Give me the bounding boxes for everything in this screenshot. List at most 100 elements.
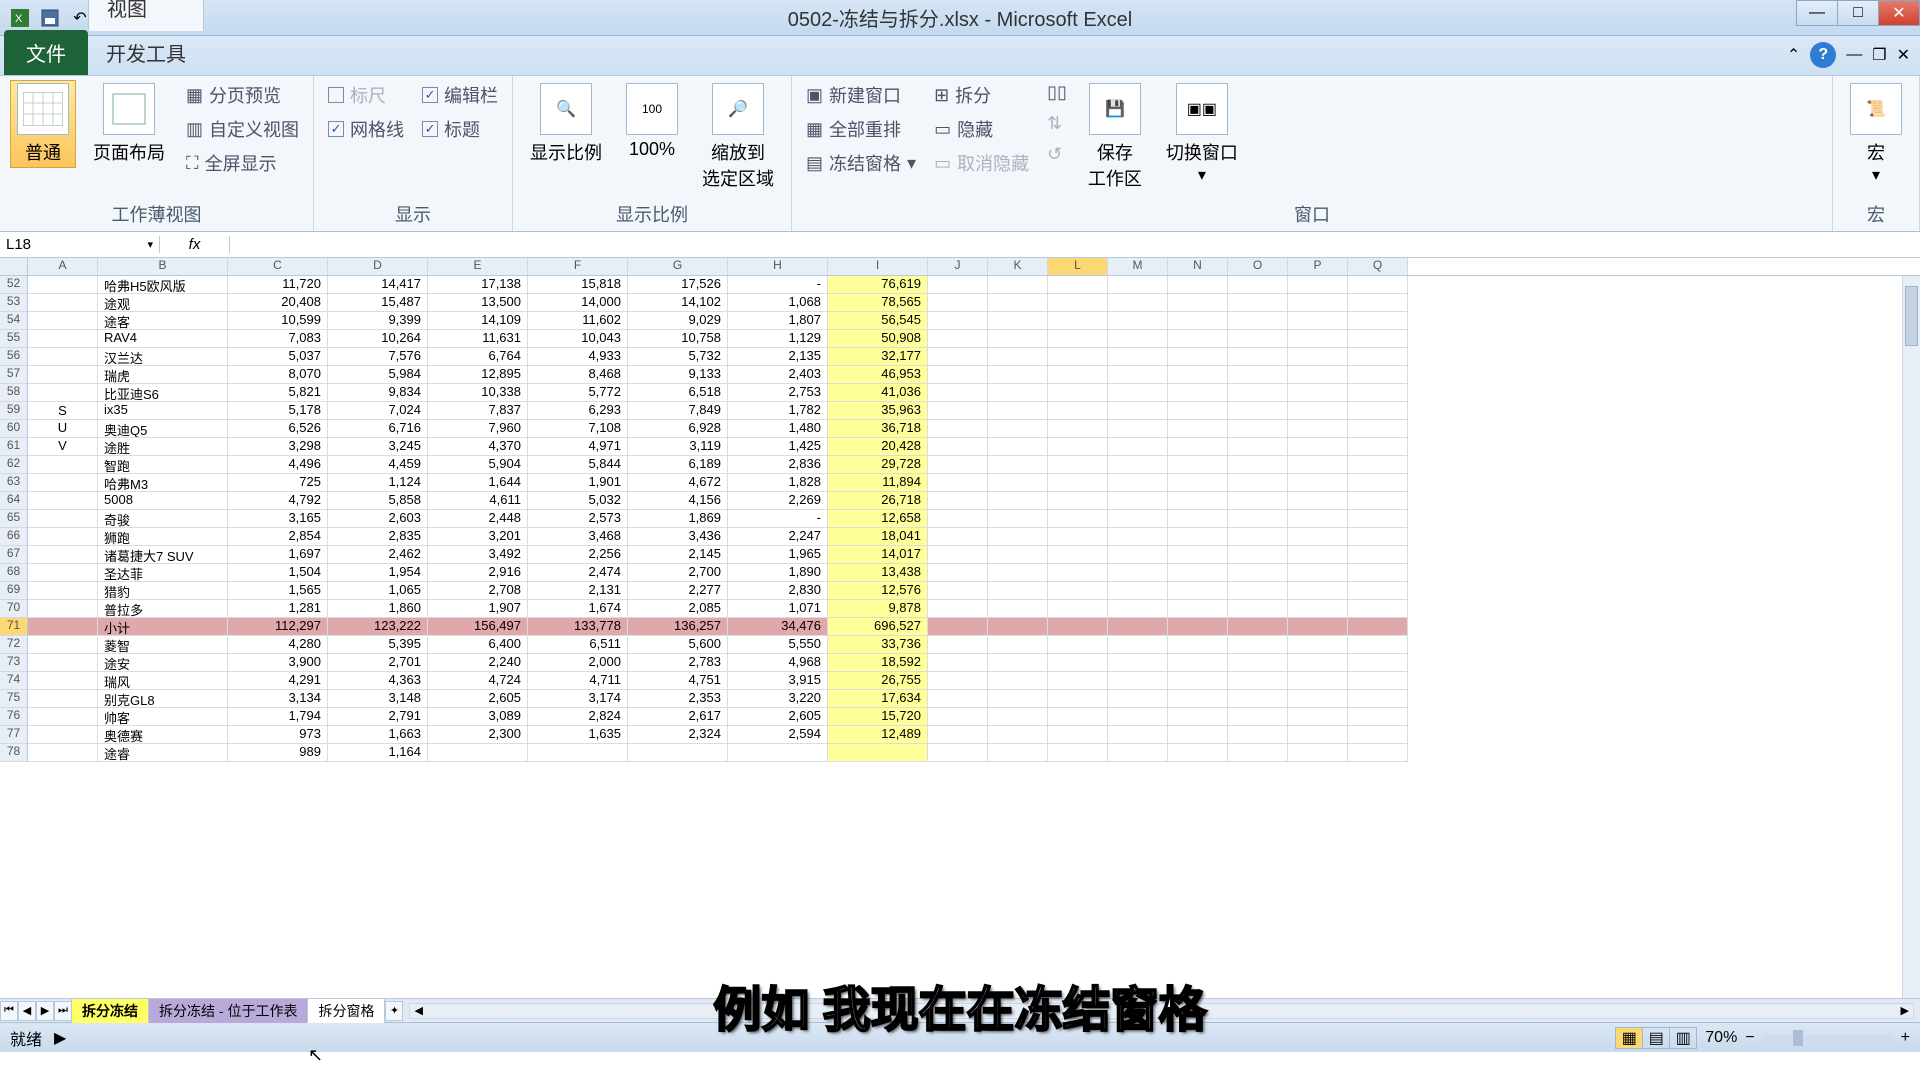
- cell[interactable]: [1108, 420, 1168, 438]
- cell[interactable]: [1228, 420, 1288, 438]
- cell[interactable]: [1108, 582, 1168, 600]
- cell[interactable]: [1048, 384, 1108, 402]
- cell[interactable]: 4,280: [228, 636, 328, 654]
- row-header[interactable]: 74: [0, 672, 28, 690]
- cell[interactable]: 1,860: [328, 600, 428, 618]
- cell[interactable]: [628, 744, 728, 762]
- cell[interactable]: [1048, 294, 1108, 312]
- cell[interactable]: [28, 726, 98, 744]
- cell[interactable]: 4,156: [628, 492, 728, 510]
- cell[interactable]: 2,256: [528, 546, 628, 564]
- cell[interactable]: [928, 708, 988, 726]
- cell[interactable]: [1348, 582, 1408, 600]
- row-header[interactable]: 71: [0, 618, 28, 636]
- cell[interactable]: [928, 348, 988, 366]
- cell[interactable]: [28, 510, 98, 528]
- cell[interactable]: 3,119: [628, 438, 728, 456]
- cell[interactable]: [1048, 438, 1108, 456]
- cell[interactable]: [1168, 546, 1228, 564]
- cell[interactable]: [988, 618, 1048, 636]
- cell[interactable]: 1,504: [228, 564, 328, 582]
- view-normal-button[interactable]: ▦: [1615, 1027, 1643, 1049]
- hide-button[interactable]: ▭隐藏: [930, 114, 1033, 144]
- cell[interactable]: [1288, 582, 1348, 600]
- row-header[interactable]: 76: [0, 708, 28, 726]
- cell[interactable]: 17,526: [628, 276, 728, 294]
- cell[interactable]: 3,089: [428, 708, 528, 726]
- cell[interactable]: [1048, 636, 1108, 654]
- maximize-button[interactable]: □: [1837, 0, 1879, 26]
- cell[interactable]: [1348, 294, 1408, 312]
- cell[interactable]: 1,869: [628, 510, 728, 528]
- cell[interactable]: 9,029: [628, 312, 728, 330]
- cell[interactable]: 123,222: [328, 618, 428, 636]
- cell[interactable]: 36,718: [828, 420, 928, 438]
- cell[interactable]: 2,824: [528, 708, 628, 726]
- cell[interactable]: [1048, 348, 1108, 366]
- cell[interactable]: 35,963: [828, 402, 928, 420]
- cell[interactable]: [1048, 330, 1108, 348]
- sheet-tab[interactable]: 拆分冻结: [71, 998, 149, 1023]
- cell[interactable]: [1168, 384, 1228, 402]
- cell[interactable]: [988, 384, 1048, 402]
- row-header[interactable]: 73: [0, 654, 28, 672]
- cell[interactable]: [1108, 708, 1168, 726]
- cell[interactable]: [1168, 636, 1228, 654]
- cell[interactable]: [988, 510, 1048, 528]
- cell[interactable]: 17,634: [828, 690, 928, 708]
- cell[interactable]: 14,417: [328, 276, 428, 294]
- cell[interactable]: 1,480: [728, 420, 828, 438]
- cell[interactable]: 3,245: [328, 438, 428, 456]
- cell[interactable]: 14,000: [528, 294, 628, 312]
- column-header-P[interactable]: P: [1288, 258, 1348, 275]
- column-header-D[interactable]: D: [328, 258, 428, 275]
- cell[interactable]: [1168, 744, 1228, 762]
- cell[interactable]: 2,474: [528, 564, 628, 582]
- cell[interactable]: 6,928: [628, 420, 728, 438]
- cell[interactable]: 5,037: [228, 348, 328, 366]
- cell[interactable]: [1288, 438, 1348, 456]
- window-close-icon[interactable]: ✕: [1897, 45, 1910, 65]
- cell[interactable]: [1288, 564, 1348, 582]
- cell[interactable]: 11,720: [228, 276, 328, 294]
- cell[interactable]: 5,550: [728, 636, 828, 654]
- column-header-C[interactable]: C: [228, 258, 328, 275]
- switch-windows-button[interactable]: ▣▣切换窗口▾: [1159, 80, 1245, 188]
- cell[interactable]: [1228, 492, 1288, 510]
- cell[interactable]: 46,953: [828, 366, 928, 384]
- cell[interactable]: 3,174: [528, 690, 628, 708]
- row-header[interactable]: 66: [0, 528, 28, 546]
- arrange-all-button[interactable]: ▦全部重排: [802, 114, 920, 144]
- cell[interactable]: 20,428: [828, 438, 928, 456]
- cell[interactable]: [1348, 564, 1408, 582]
- cell[interactable]: 1,164: [328, 744, 428, 762]
- cell[interactable]: 1,890: [728, 564, 828, 582]
- cell[interactable]: [1288, 708, 1348, 726]
- cell[interactable]: [1168, 726, 1228, 744]
- cell[interactable]: [928, 276, 988, 294]
- cell[interactable]: [1288, 456, 1348, 474]
- cell[interactable]: 1,565: [228, 582, 328, 600]
- cell[interactable]: [1048, 708, 1108, 726]
- freeze-panes-button[interactable]: ▤冻结窗格 ▾: [802, 148, 920, 178]
- cell[interactable]: [1288, 690, 1348, 708]
- custom-views-button[interactable]: ▥自定义视图: [182, 114, 303, 144]
- cell[interactable]: 2,830: [728, 582, 828, 600]
- cell[interactable]: 1,065: [328, 582, 428, 600]
- cell[interactable]: [1228, 654, 1288, 672]
- cell[interactable]: 4,611: [428, 492, 528, 510]
- new-window-button[interactable]: ▣新建窗口: [802, 80, 920, 110]
- cell[interactable]: 1,907: [428, 600, 528, 618]
- cell[interactable]: 普拉多: [98, 600, 228, 618]
- cell[interactable]: 3,900: [228, 654, 328, 672]
- cell[interactable]: [1168, 510, 1228, 528]
- cell[interactable]: [1228, 456, 1288, 474]
- column-header-Q[interactable]: Q: [1348, 258, 1408, 275]
- cell[interactable]: [1348, 654, 1408, 672]
- cell[interactable]: [988, 708, 1048, 726]
- row-header[interactable]: 60: [0, 420, 28, 438]
- row-header[interactable]: 67: [0, 546, 28, 564]
- cell[interactable]: 10,758: [628, 330, 728, 348]
- cell[interactable]: 12,489: [828, 726, 928, 744]
- ruler-checkbox[interactable]: 标尺: [324, 80, 408, 110]
